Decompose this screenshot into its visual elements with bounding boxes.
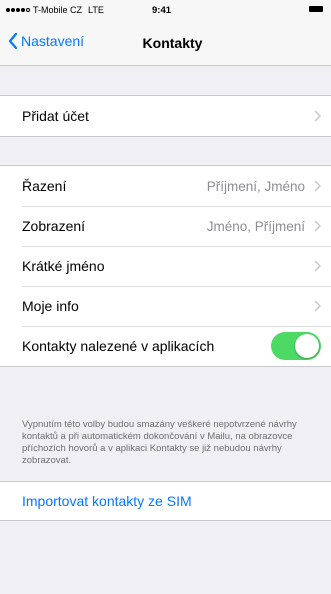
account-group: Přidat účet (0, 95, 331, 137)
import-sim-contacts-label: Importovat kontakty ze SIM (22, 493, 192, 509)
my-info-row[interactable]: Moje info (0, 286, 331, 326)
found-in-apps-toggle[interactable] (271, 332, 321, 360)
chevron-right-icon (314, 110, 321, 122)
display-order-row[interactable]: Zobrazení Jméno, Příjmení (0, 206, 331, 246)
sort-order-value: Příjmení, Jméno (206, 178, 305, 194)
chevron-right-icon (314, 220, 321, 232)
battery-icon (309, 6, 323, 12)
page-title: Kontakty (142, 35, 203, 51)
short-name-label: Krátké jméno (22, 258, 105, 274)
add-account-label: Přidat účet (22, 108, 89, 124)
short-name-row[interactable]: Krátké jméno (0, 246, 331, 286)
carrier-name: T-Mobile CZ (33, 5, 83, 15)
my-info-label: Moje info (22, 298, 79, 314)
navigation-bar: Nastavení Kontakty (0, 22, 331, 66)
chevron-right-icon (314, 260, 321, 272)
found-in-apps-row: Kontakty nalezené v aplikacích (0, 326, 331, 366)
found-in-apps-footnote: Vypnutím této volby budou smazány vešker… (22, 419, 297, 466)
network-type: LTE (88, 5, 104, 15)
chevron-right-icon (314, 300, 321, 312)
sort-order-label: Řazení (22, 178, 67, 194)
display-order-value: Jméno, Příjmení (206, 218, 305, 234)
toggle-knob (295, 334, 319, 358)
sort-order-row[interactable]: Řazení Příjmení, Jméno (0, 166, 331, 206)
status-left: T-Mobile CZ LTE (6, 5, 104, 15)
import-sim-contacts-button[interactable]: Importovat kontakty ze SIM (0, 481, 331, 521)
add-account-row[interactable]: Přidat účet (0, 96, 331, 136)
status-bar: T-Mobile CZ LTE 9:41 (0, 0, 331, 22)
status-time: 9:41 (152, 5, 172, 16)
chevron-right-icon (314, 180, 321, 192)
settings-group: Řazení Příjmení, Jméno Zobrazení Jméno, … (0, 165, 331, 367)
found-in-apps-label: Kontakty nalezené v aplikacích (22, 338, 215, 354)
display-order-label: Zobrazení (22, 218, 86, 234)
signal-strength-icon (6, 8, 30, 12)
